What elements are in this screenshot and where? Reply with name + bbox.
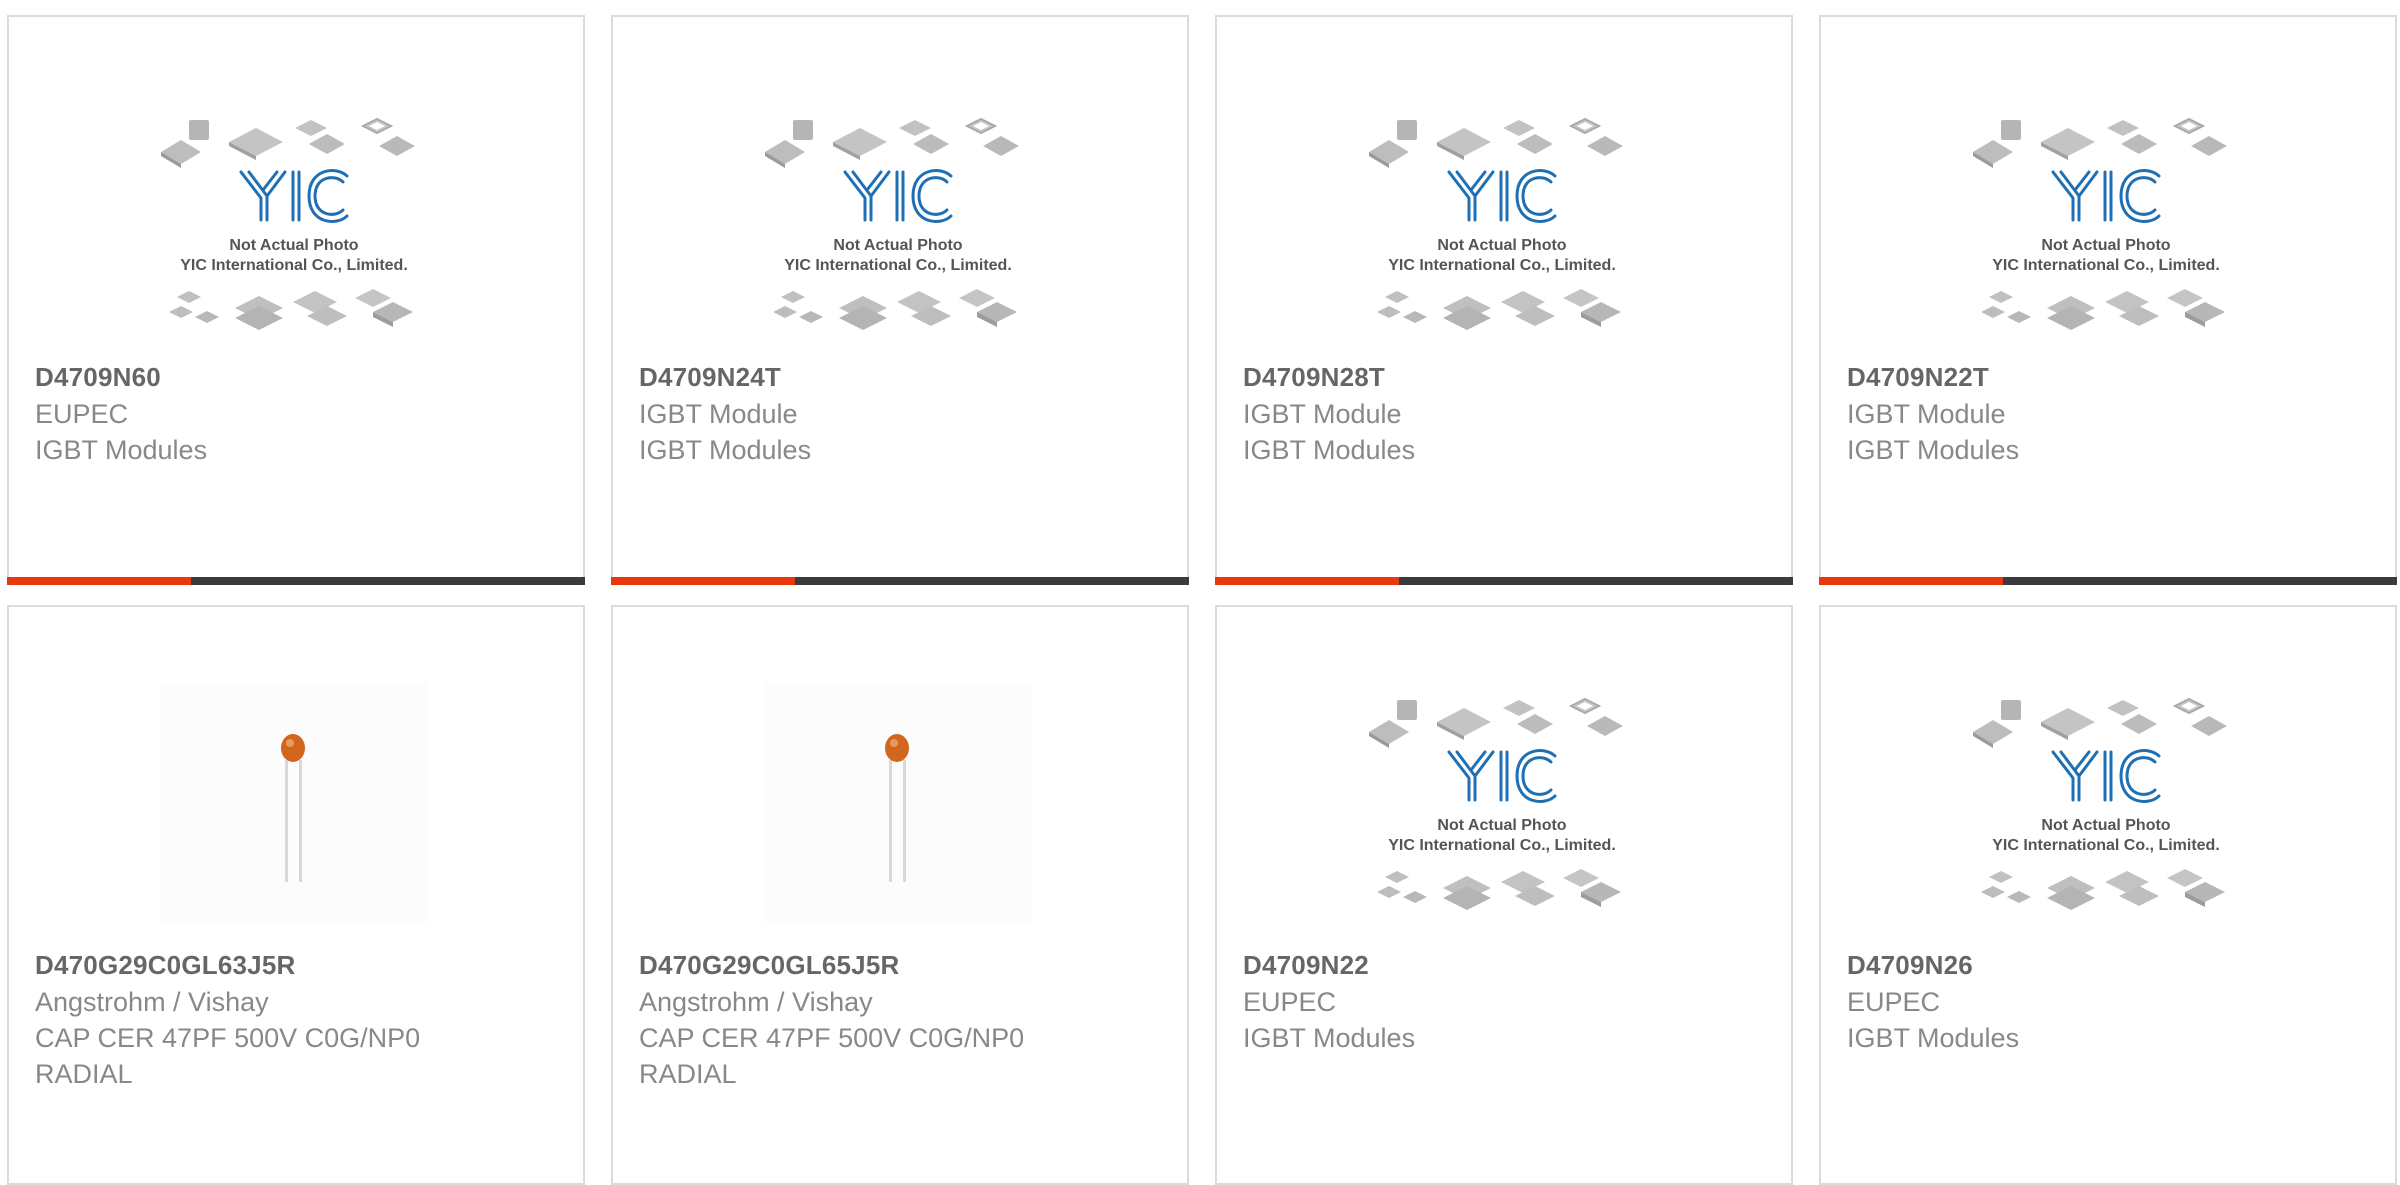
product-card[interactable]: D470G29C0GL65J5R Angstrohm / Vishay CAP CE… [611, 605, 1189, 1185]
product-image[interactable]: Not Actual Photo YIC International Co., … [1367, 102, 1637, 342]
placeholder-line-2: YIC International Co., Limited. [1992, 257, 2220, 274]
part-number[interactable]: D4709N22 [1243, 950, 1369, 981]
description-cont: RADIAL [639, 1059, 737, 1089]
description: IGBT Modules [1847, 1023, 2020, 1053]
capacitor-photo [159, 682, 429, 922]
brand: EUPEC [35, 399, 129, 429]
part-number[interactable]: D470G29C0GL63J5R [35, 950, 295, 981]
description: CAP CER 47PF 500V C0G/NP0 [35, 1023, 421, 1053]
product-image[interactable]: Not Actual Photo YIC International Co., … [1971, 682, 2241, 922]
chip-placeholder-image: Not Actual Photo YIC International Co., … [1367, 102, 1637, 342]
description-cont: RADIAL [35, 1059, 133, 1089]
product-image[interactable]: Not Actual Photo YIC International Co., … [159, 102, 429, 342]
placeholder-line-2: YIC International Co., Limited. [784, 257, 1012, 274]
brand: Angstrohm / Vishay [35, 987, 269, 1017]
placeholder-line-2: YIC International Co., Limited. [1388, 837, 1616, 854]
product-card[interactable]: Not Actual Photo YIC International Co., … [1215, 15, 1793, 585]
placeholder-line-2: YIC International Co., Limited. [180, 257, 408, 274]
brand: Angstrohm / Vishay [639, 987, 873, 1017]
part-number[interactable]: D4709N60 [35, 362, 161, 393]
part-number[interactable]: D4709N26 [1847, 950, 1973, 981]
product-card[interactable]: Not Actual Photo YIC International Co., … [1215, 605, 1793, 1185]
card-accent-bar [7, 577, 585, 585]
brand: EUPEC [1243, 987, 1337, 1017]
placeholder-line-2: YIC International Co., Limited. [1388, 257, 1616, 274]
placeholder-line-1: Not Actual Photo [1437, 817, 1566, 834]
placeholder-line-1: Not Actual Photo [2041, 237, 2170, 254]
part-number[interactable]: D4709N24T [639, 362, 781, 393]
card-accent-bar [1819, 577, 2397, 585]
product-image[interactable]: Not Actual Photo YIC International Co., … [1971, 102, 2241, 342]
chip-placeholder-image: Not Actual Photo YIC International Co., … [1971, 682, 2241, 922]
placeholder-line-1: Not Actual Photo [229, 237, 358, 254]
chip-placeholder-image: Not Actual Photo YIC International Co., … [763, 102, 1033, 342]
brand: IGBT Module [1243, 399, 1402, 429]
product-card[interactable]: Not Actual Photo YIC International Co., … [611, 15, 1189, 585]
placeholder-line-2: YIC International Co., Limited. [1992, 837, 2220, 854]
product-image[interactable]: Not Actual Photo YIC International Co., … [1367, 682, 1637, 922]
description: IGBT Modules [1243, 435, 1416, 465]
product-card[interactable]: Not Actual Photo YIC International Co., … [1819, 15, 2397, 585]
product-image[interactable] [763, 682, 1033, 922]
description: IGBT Modules [35, 435, 208, 465]
placeholder-line-1: Not Actual Photo [2041, 817, 2170, 834]
description: IGBT Modules [1243, 1023, 1416, 1053]
part-number[interactable]: D4709N28T [1243, 362, 1385, 393]
chip-placeholder-image: Not Actual Photo YIC International Co., … [159, 102, 429, 342]
product-card[interactable]: Not Actual Photo YIC International Co., … [1819, 605, 2397, 1185]
part-number[interactable]: D470G29C0GL65J5R [639, 950, 899, 981]
product-image[interactable]: Not Actual Photo YIC International Co., … [763, 102, 1033, 342]
brand: EUPEC [1847, 987, 1941, 1017]
placeholder-line-1: Not Actual Photo [833, 237, 962, 254]
placeholder-line-1: Not Actual Photo [1437, 237, 1566, 254]
description: CAP CER 47PF 500V C0G/NP0 [639, 1023, 1025, 1053]
product-card[interactable]: D470G29C0GL63J5R Angstrohm / Vishay CAP CE… [7, 605, 585, 1185]
card-accent-bar [611, 577, 1189, 585]
brand: IGBT Module [1847, 399, 2006, 429]
product-image[interactable] [159, 682, 429, 922]
chip-placeholder-image: Not Actual Photo YIC International Co., … [1971, 102, 2241, 342]
description: IGBT Modules [1847, 435, 2020, 465]
capacitor-photo [763, 682, 1033, 922]
chip-placeholder-image: Not Actual Photo YIC International Co., … [1367, 682, 1637, 922]
part-number[interactable]: D4709N22T [1847, 362, 1989, 393]
description: IGBT Modules [639, 435, 812, 465]
card-accent-bar [1215, 577, 1793, 585]
product-card[interactable]: Not Actual Photo YIC International Co., … [7, 15, 585, 585]
brand: IGBT Module [639, 399, 798, 429]
